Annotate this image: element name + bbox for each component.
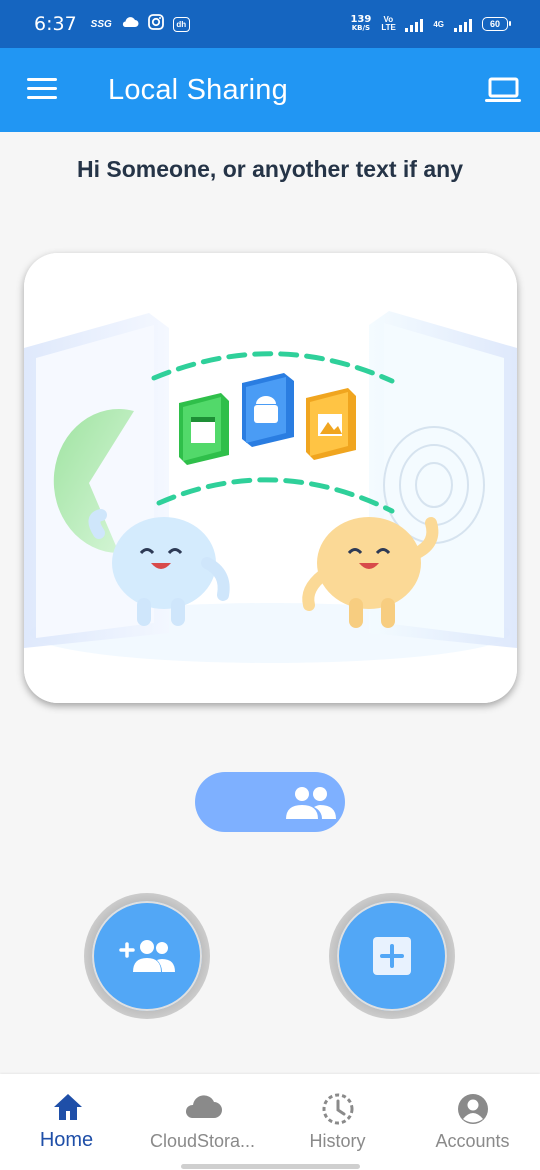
nav-label-cloudstorage: CloudStora...	[149, 1131, 256, 1151]
cloud-status-icon	[121, 15, 139, 34]
home-icon	[53, 1094, 82, 1120]
network-type: 4G	[433, 19, 444, 29]
add-people-fab-container	[84, 893, 210, 1019]
nav-label-accounts: Accounts	[435, 1131, 510, 1151]
nav-item-cloudstorage[interactable]: CloudStora...	[135, 1074, 270, 1164]
hamburger-menu-icon[interactable]	[27, 78, 57, 100]
greeting-text: Hi Someone, or anyother text if any	[77, 156, 463, 182]
account-circle-icon	[457, 1094, 488, 1124]
page-title: Local Sharing	[108, 74, 288, 106]
group-toggle-button[interactable]	[195, 772, 345, 832]
notification-icons: SSG dh	[90, 13, 190, 35]
signal-icon	[405, 17, 424, 32]
file-sharing-illustration	[24, 253, 517, 703]
add-item-button[interactable]	[337, 901, 447, 1011]
status-bar: 6:37 SSG dh 139 KB/S Vo LTE 4G 60	[0, 0, 540, 48]
add-item-fab-container	[329, 893, 455, 1019]
nav-label-history: History	[309, 1131, 366, 1151]
instagram-icon	[147, 13, 164, 35]
status-time: 6:37	[34, 13, 77, 35]
add-people-button[interactable]	[92, 901, 202, 1011]
group-add-icon	[119, 940, 175, 972]
network-speed: 139 KB/S	[350, 14, 372, 33]
status-right: 139 KB/S Vo LTE 4G 60	[350, 14, 511, 33]
bottom-navigation: Home CloudStora... History Accounts	[0, 1074, 540, 1170]
ssg-icon: SSG	[90, 18, 112, 30]
nav-item-history[interactable]: History	[270, 1074, 405, 1164]
dh-icon: dh	[172, 16, 190, 32]
history-icon	[322, 1093, 353, 1125]
add-box-icon	[373, 937, 411, 975]
home-indicator[interactable]	[181, 1164, 360, 1169]
signal-icon-2	[454, 17, 472, 32]
volte-indicator: Vo LTE	[381, 15, 396, 32]
app-bar: Local Sharing	[0, 48, 540, 132]
laptop-icon[interactable]	[484, 74, 522, 108]
cloud-icon	[185, 1095, 222, 1118]
nav-label-home: Home	[39, 1129, 94, 1151]
nav-item-home[interactable]: Home	[0, 1074, 135, 1164]
group-icon	[286, 787, 336, 819]
nav-item-accounts[interactable]: Accounts	[405, 1074, 540, 1164]
battery-icon: 60	[482, 17, 511, 31]
